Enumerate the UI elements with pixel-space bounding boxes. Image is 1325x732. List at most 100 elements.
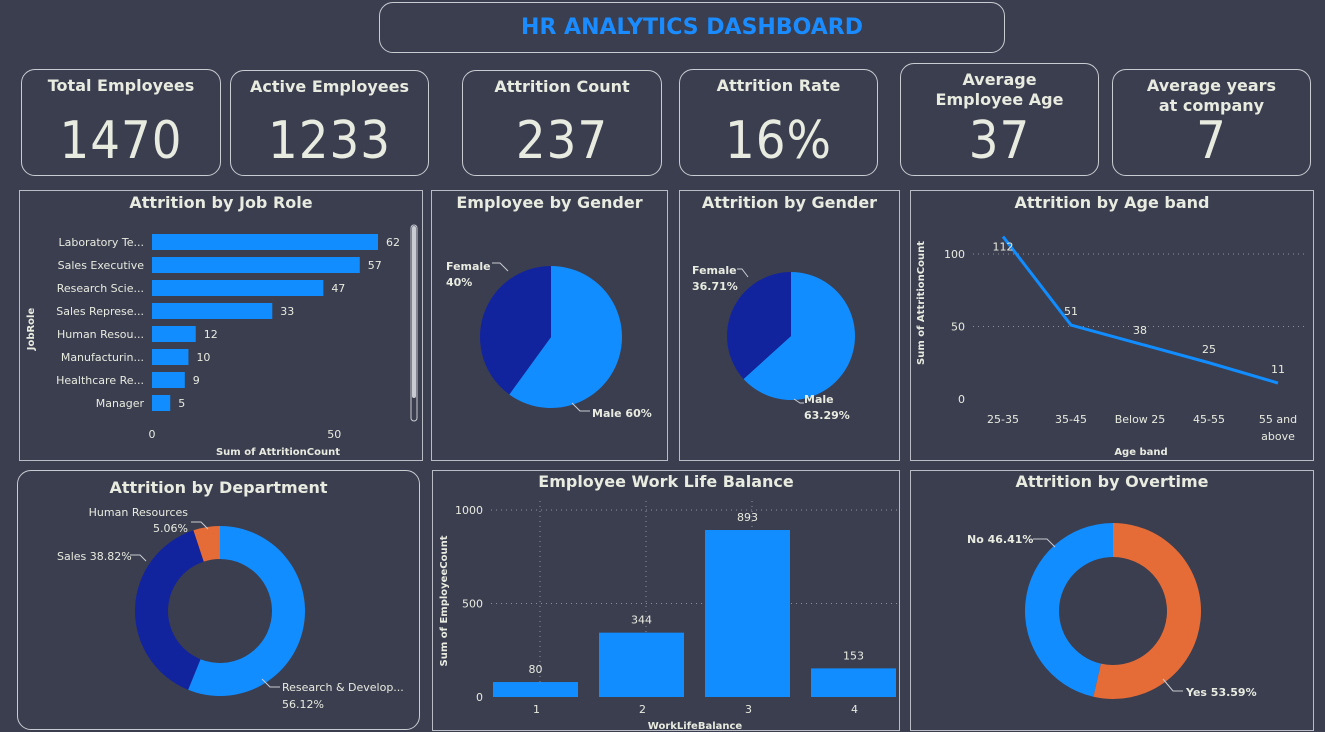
bar [152, 234, 378, 250]
employee-by-gender-panel[interactable]: Employee by Gender Female 40% Male 60% [431, 190, 668, 461]
attrition-by-age-band-panel[interactable]: Attrition by Age band Sum of AttritionCo… [910, 190, 1314, 461]
y-tick-label: Sales Executive [58, 259, 145, 272]
bar [493, 682, 578, 697]
x-tick-label: 35-45 [1055, 413, 1087, 426]
kpi-label: Attrition Count [494, 77, 630, 96]
kpi-value: 37 [968, 111, 1031, 171]
y-tick-label: 500 [462, 598, 483, 611]
y-tick-label: Sales Represe... [56, 305, 144, 318]
y-tick-label: 100 [944, 248, 965, 261]
x-tick-label: 25-35 [987, 413, 1019, 426]
work-life-balance-bar-chart: Sum of EmployeeCount WorkLifeBalance 0 50… [439, 501, 897, 732]
bar [152, 303, 273, 319]
bar [152, 257, 360, 273]
x-tick-label: Below 25 [1115, 413, 1166, 426]
data-label: 25 [1202, 343, 1216, 356]
donut-label-rd-value: 56.12% [282, 698, 324, 711]
y-tick-label: Research Scie... [57, 282, 144, 295]
data-label: 47 [331, 282, 345, 295]
y-tick-label: 0 [958, 393, 965, 406]
x-tick-label: above [1261, 430, 1295, 443]
kpi-average-employee-age[interactable]: Average Employee Age 37 [900, 63, 1099, 176]
bar [705, 530, 790, 697]
kpi-attrition-rate[interactable]: Attrition Rate 16% [679, 69, 878, 176]
data-label: 12 [204, 328, 218, 341]
attrition-gender-pie-chart: Female 36.71% Male 63.29% [692, 264, 855, 422]
bar [152, 280, 324, 296]
y-axis-label: JobRole [26, 308, 37, 352]
x-axis-label: Sum of AttritionCount [216, 447, 340, 458]
data-label: 33 [280, 305, 294, 318]
x-tick-label: 1 [533, 703, 540, 716]
data-label: 38 [1133, 324, 1147, 337]
data-label: 80 [529, 663, 543, 676]
age-band-line-chart: Sum of AttritionCount Age band 050100112… [916, 235, 1307, 458]
data-label: 10 [196, 351, 210, 364]
kpi-label: Total Employees [47, 76, 195, 95]
kpi-value: 237 [515, 111, 609, 171]
x-tick-label: 55 and [1259, 413, 1297, 426]
kpi-attrition-count[interactable]: Attrition Count 237 [462, 70, 662, 176]
data-label: 112 [993, 241, 1014, 254]
data-label: 62 [386, 236, 400, 249]
attrition-by-overtime-panel[interactable]: Attrition by Overtime No 46.41% Yes 53.59… [910, 470, 1314, 731]
scrollbar-thumb[interactable] [412, 226, 416, 398]
y-tick-label: 1000 [455, 504, 483, 517]
kpi-label: Attrition Rate [716, 76, 841, 95]
dashboard-title-box: HR ANALYTICS DASHBOARD [379, 2, 1005, 53]
overtime-donut-chart: No 46.41% Yes 53.59% [967, 523, 1257, 699]
kpi-value: 1233 [267, 111, 392, 171]
y-tick-label: Manager [96, 397, 145, 410]
y-axis-label: Sum of EmployeeCount [439, 535, 450, 666]
pie-label-female: 36.71% [692, 280, 738, 293]
kpi-average-years-at-company[interactable]: Average years at company 7 [1112, 69, 1311, 176]
y-tick-label: Laboratory Te... [58, 236, 144, 249]
pie-label-male: 63.29% [804, 409, 850, 422]
x-axis-label: Age band [1114, 447, 1167, 458]
data-label: 9 [193, 374, 200, 387]
bar [599, 632, 684, 697]
x-tick-label: 50 [327, 428, 341, 441]
pie-label-female: Female [692, 264, 737, 277]
kpi-active-employees[interactable]: Active Employees 1233 [230, 70, 429, 176]
attrition-by-job-role-panel[interactable]: Attrition by Job Role JobRole Sum of Att… [19, 190, 423, 461]
x-tick-label: 3 [745, 703, 752, 716]
department-donut-chart: Human Resources 5.06% Sales 38.82% Research… [57, 506, 404, 711]
pie-label-male: Male [804, 393, 834, 406]
data-label: 11 [1271, 363, 1285, 376]
kpi-label: Average Employee Age [935, 70, 1064, 109]
x-axis-label: WorkLifeBalance [648, 721, 743, 732]
series-line [1001, 235, 1279, 385]
y-tick-label: Manufacturin... [61, 351, 144, 364]
employee-gender-pie-chart: Female 40% Male 60% [446, 260, 652, 420]
donut-slice-sales [135, 530, 204, 690]
attrition-by-gender-panel[interactable]: Attrition by Gender Female 36.71% Male 63.2… [679, 190, 900, 461]
job-role-bar-chart: JobRole Sum of AttritionCount 0 50 Laborat… [26, 224, 418, 458]
bar [152, 349, 189, 365]
attrition-by-department-panel[interactable]: Attrition by Department Human Resources 5… [17, 470, 420, 730]
x-tick-label: 45-55 [1193, 413, 1225, 426]
data-label: 344 [631, 614, 652, 627]
y-axis-label: Sum of AttritionCount [916, 241, 927, 365]
dashboard-title: HR ANALYTICS DASHBOARD [521, 15, 863, 40]
leader-line [1033, 538, 1056, 548]
kpi-label: Active Employees [249, 77, 410, 96]
kpi-value: 16% [725, 111, 832, 171]
bar [152, 395, 171, 411]
data-label: 893 [737, 511, 758, 524]
kpi-total-employees[interactable]: Total Employees 1470 [21, 69, 221, 176]
data-label: 57 [368, 259, 382, 272]
pie-label-female: 40% [446, 276, 472, 289]
bar [811, 668, 896, 697]
leader-line [793, 398, 804, 404]
pie-label-male: Male 60% [592, 407, 652, 420]
leader-line [737, 268, 749, 278]
donut-label-yes: Yes 53.59% [1185, 686, 1257, 699]
x-tick-label: 4 [851, 703, 858, 716]
kpi-value: 7 [1196, 111, 1227, 171]
work-life-balance-panel[interactable]: Employee Work Life Balance Sum of Employ… [432, 470, 900, 732]
kpi-label: Average years at company [1146, 76, 1277, 115]
donut-label-rd: Research & Develop... [282, 681, 404, 694]
data-label: 51 [1064, 305, 1078, 318]
donut-label-sales: Sales 38.82% [57, 550, 132, 563]
